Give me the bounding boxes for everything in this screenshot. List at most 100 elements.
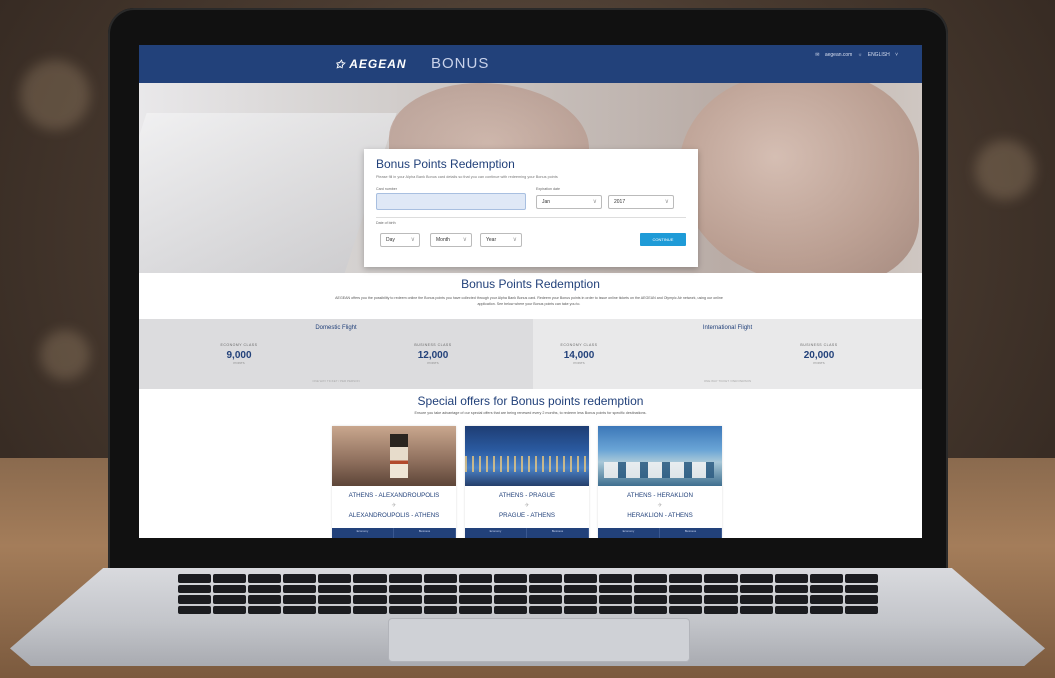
route-outbound: ATHENS - ALEXANDROUPOLIS: [348, 492, 440, 499]
lighthouse-shape: [390, 434, 408, 478]
card-number-label: Card number: [376, 187, 397, 191]
lighthouse-image: [332, 426, 456, 486]
expiration-label: Expiration date: [536, 187, 560, 191]
keyboard-key: [564, 584, 598, 593]
dob-row: Date of birth Day ∨ Month ∨ Year ∨ CONTI…: [376, 221, 686, 251]
plane-icon: ✈: [657, 503, 663, 509]
aegean-logo[interactable]: ✩ AEGEAN: [335, 57, 407, 71]
dob-year-select[interactable]: Year ∨: [480, 233, 522, 247]
keyboard-key: [213, 584, 247, 593]
points-value: 12,000: [417, 350, 449, 361]
keyboard-key: [669, 605, 703, 614]
domestic-business: BUSINESS CLASS 12,000 POINTS: [393, 343, 473, 365]
city-lights: [465, 456, 589, 472]
keyboard-key: [528, 595, 563, 604]
keyboard-key: [178, 574, 212, 583]
form-title: Bonus Points Redemption: [376, 157, 515, 171]
continue-button[interactable]: CONTINUE: [640, 233, 686, 246]
hero-hand-image: [679, 83, 919, 273]
expiration-year-select[interactable]: 2017 ∨: [608, 195, 674, 209]
fare-class-bar: Economy Business: [332, 528, 456, 538]
keyboard-key: [458, 584, 492, 593]
keyboard-key: [318, 595, 352, 604]
bonus-logo: BONUS: [431, 55, 490, 72]
background-bokeh: [20, 60, 90, 130]
keyboard-key: [739, 595, 773, 604]
keyboard-key: [423, 605, 457, 614]
keyboard-key: [493, 605, 527, 614]
offer-card[interactable]: ATHENS - PRAGUE ✈ PRAGUE - ATHENS Econom…: [465, 426, 589, 538]
points-note: ONE WAY TICKET / PER PERSON: [312, 379, 360, 383]
route-return: HERAKLION - ATHENS: [627, 512, 693, 519]
globe-icon: ☼: [857, 52, 863, 58]
keyboard-key: [809, 574, 843, 583]
keyboard-key: [774, 605, 808, 614]
keyboard-key: [669, 574, 703, 583]
class-label: ECONOMY CLASS: [560, 343, 598, 347]
hero-laptop-image: [139, 113, 397, 273]
route-return: ALEXANDROUPOLIS - ATHENS: [348, 512, 440, 519]
points-value: 20,000: [803, 350, 835, 361]
keyboard-key: [704, 574, 738, 583]
business-tab[interactable]: Business: [527, 528, 589, 538]
language-selector[interactable]: ENGLISH: [868, 52, 890, 58]
redemption-form: Bonus Points Redemption Please fill in y…: [364, 149, 698, 267]
dob-label: Date of birth: [376, 221, 396, 225]
mail-icon: ✉: [815, 52, 820, 58]
keyboard-key: [704, 605, 738, 614]
keyboard-key: [213, 605, 247, 614]
route-outbound: ATHENS - PRAGUE: [498, 492, 556, 499]
keyboard-key: [178, 605, 212, 614]
route-outbound: ATHENS - HERAKLION: [627, 492, 693, 499]
card-number-input[interactable]: [376, 193, 526, 210]
keyboard-key: [599, 584, 633, 593]
keyboard-key: [423, 574, 457, 583]
keyboard-key: [388, 574, 422, 583]
business-tab[interactable]: Business: [394, 528, 456, 538]
keyboard-key: [528, 574, 563, 583]
expiration-year-value: 2017: [614, 199, 626, 205]
keyboard-key: [704, 595, 738, 604]
brand-name: AEGEAN: [349, 57, 407, 71]
keyboard-key: [809, 595, 843, 604]
points-value: 14,000: [563, 350, 595, 361]
keyboard-key: [809, 605, 843, 614]
economy-tab[interactable]: Economy: [465, 528, 527, 538]
keyboard-key: [634, 584, 668, 593]
dob-day-value: Day: [386, 237, 395, 243]
aegean-bird-icon: ✩: [335, 59, 346, 71]
business-tab[interactable]: Business: [660, 528, 722, 538]
keyboard-key: [599, 595, 633, 604]
keyboard-key: [178, 584, 212, 593]
laptop-screen: ✩ AEGEAN BONUS ✉ aegean.com ☼ ENGLISH ˅ B…: [139, 45, 922, 538]
account-link[interactable]: aegean.com: [825, 52, 853, 58]
chevron-down-icon: ∨: [462, 237, 467, 243]
keyboard-key: [388, 595, 422, 604]
points-unit: POINTS: [427, 361, 439, 365]
prague-image: [465, 426, 589, 486]
keyboard-key: [599, 605, 633, 614]
keyboard-key: [704, 584, 738, 593]
economy-tab[interactable]: Economy: [598, 528, 660, 538]
offer-card[interactable]: ATHENS - HERAKLION ✈ HERAKLION - ATHENS …: [598, 426, 722, 538]
keyboard-key: [774, 574, 808, 583]
fare-class-bar: Economy Business: [465, 528, 589, 538]
keyboard-key: [388, 584, 422, 593]
dob-month-value: Month: [436, 237, 450, 243]
keyboard-key: [248, 605, 282, 614]
class-label: ECONOMY CLASS: [220, 343, 258, 347]
dob-month-select[interactable]: Month ∨: [430, 233, 472, 247]
fare-class-bar: Economy Business: [598, 528, 722, 538]
offer-card[interactable]: ATHENS - ALEXANDROUPOLIS ✈ ALEXANDROUPOL…: [332, 426, 456, 538]
dob-year-value: Year: [486, 237, 497, 243]
keyboard-key: [774, 595, 808, 604]
dob-day-select[interactable]: Day ∨: [380, 233, 420, 247]
expiration-month-value: Jan: [542, 199, 551, 205]
keyboard-key: [318, 574, 352, 583]
keyboard-key: [248, 595, 282, 604]
economy-tab[interactable]: Economy: [332, 528, 394, 538]
keyboard-key: [318, 605, 352, 614]
international-flight-column: International Flight ECONOMY CLASS 14,00…: [533, 319, 922, 389]
plane-icon: ✈: [391, 503, 397, 509]
expiration-month-select[interactable]: Jan ∨: [536, 195, 602, 209]
